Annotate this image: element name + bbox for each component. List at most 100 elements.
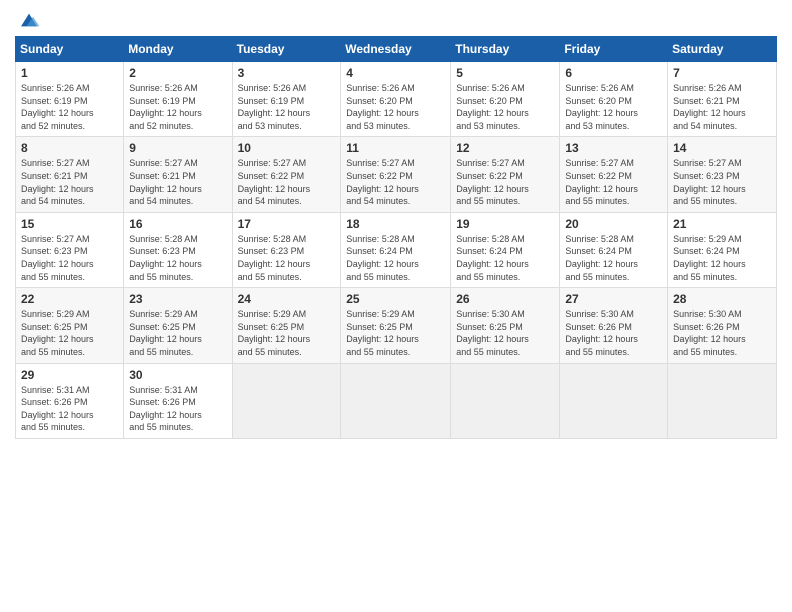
calendar-cell [560, 363, 668, 438]
calendar-cell: 30Sunrise: 5:31 AMSunset: 6:26 PMDayligh… [124, 363, 232, 438]
day-info: Sunrise: 5:29 AMSunset: 6:25 PMDaylight:… [129, 308, 226, 358]
calendar-cell: 17 Sunrise: 5:28 AMSunset: 6:23 PMDayligh… [232, 212, 341, 287]
day-number: 14 [673, 141, 771, 155]
day-number: 22 [21, 292, 118, 306]
calendar-cell: 23 Sunrise: 5:29 AMSunset: 6:25 PMDayligh… [124, 288, 232, 363]
day-number: 27 [565, 292, 662, 306]
day-info: Sunrise: 5:26 AMSunset: 6:19 PMDaylight:… [238, 82, 336, 132]
calendar-cell: 12 Sunrise: 5:27 AMSunset: 6:22 PMDayligh… [451, 137, 560, 212]
day-number: 26 [456, 292, 554, 306]
day-info: Sunrise: 5:28 AMSunset: 6:24 PMDaylight:… [565, 233, 662, 283]
day-number: 9 [129, 141, 226, 155]
day-number: 4 [346, 66, 445, 80]
calendar-cell: 11 Sunrise: 5:27 AMSunset: 6:22 PMDayligh… [341, 137, 451, 212]
day-info: Sunrise: 5:31 AMSunset: 6:26 PMDaylight:… [129, 384, 226, 434]
day-number: 28 [673, 292, 771, 306]
calendar-header-sunday: Sunday [16, 37, 124, 62]
calendar-cell: 3 Sunrise: 5:26 AMSunset: 6:19 PMDaylight… [232, 62, 341, 137]
calendar-cell: 18 Sunrise: 5:28 AMSunset: 6:24 PMDayligh… [341, 212, 451, 287]
calendar-header-wednesday: Wednesday [341, 37, 451, 62]
day-number: 18 [346, 217, 445, 231]
logo-icon [17, 10, 41, 30]
calendar-cell: 27 Sunrise: 5:30 AMSunset: 6:26 PMDayligh… [560, 288, 668, 363]
calendar-cell: 25 Sunrise: 5:29 AMSunset: 6:25 PMDayligh… [341, 288, 451, 363]
page-header [15, 10, 777, 30]
calendar-cell: 2Sunrise: 5:26 AMSunset: 6:19 PMDaylight… [124, 62, 232, 137]
day-number: 19 [456, 217, 554, 231]
day-info: Sunrise: 5:27 AMSunset: 6:23 PMDaylight:… [21, 233, 118, 283]
day-number: 13 [565, 141, 662, 155]
calendar-week-5: 29 Sunrise: 5:31 AMSunset: 6:26 PMDayligh… [16, 363, 777, 438]
day-info: Sunrise: 5:26 AMSunset: 6:20 PMDaylight:… [565, 82, 662, 132]
calendar-cell [232, 363, 341, 438]
calendar-cell: 4 Sunrise: 5:26 AMSunset: 6:20 PMDaylight… [341, 62, 451, 137]
calendar-cell: 6 Sunrise: 5:26 AMSunset: 6:20 PMDaylight… [560, 62, 668, 137]
calendar-cell: 21 Sunrise: 5:29 AMSunset: 6:24 PMDayligh… [668, 212, 777, 287]
day-info: Sunrise: 5:28 AMSunset: 6:23 PMDaylight:… [238, 233, 336, 283]
day-number: 15 [21, 217, 118, 231]
day-number: 29 [21, 368, 118, 382]
calendar-cell: 10 Sunrise: 5:27 AMSunset: 6:22 PMDayligh… [232, 137, 341, 212]
day-info: Sunrise: 5:27 AMSunset: 6:21 PMDaylight:… [21, 157, 118, 207]
day-number: 6 [565, 66, 662, 80]
day-number: 17 [238, 217, 336, 231]
day-info: Sunrise: 5:29 AMSunset: 6:25 PMDaylight:… [21, 308, 118, 358]
calendar-cell: 8 Sunrise: 5:27 AMSunset: 6:21 PMDaylight… [16, 137, 124, 212]
calendar-header-row: SundayMondayTuesdayWednesdayThursdayFrid… [16, 37, 777, 62]
logo [15, 10, 41, 30]
day-number: 2 [129, 66, 226, 80]
day-info: Sunrise: 5:28 AMSunset: 6:24 PMDaylight:… [346, 233, 445, 283]
calendar-header-monday: Monday [124, 37, 232, 62]
calendar-week-4: 22 Sunrise: 5:29 AMSunset: 6:25 PMDayligh… [16, 288, 777, 363]
day-info: Sunrise: 5:31 AMSunset: 6:26 PMDaylight:… [21, 384, 118, 434]
day-number: 21 [673, 217, 771, 231]
day-info: Sunrise: 5:27 AMSunset: 6:22 PMDaylight:… [456, 157, 554, 207]
calendar-cell: 15 Sunrise: 5:27 AMSunset: 6:23 PMDayligh… [16, 212, 124, 287]
day-number: 20 [565, 217, 662, 231]
calendar-cell: 9 Sunrise: 5:27 AMSunset: 6:21 PMDaylight… [124, 137, 232, 212]
day-info: Sunrise: 5:30 AMSunset: 6:26 PMDaylight:… [565, 308, 662, 358]
day-info: Sunrise: 5:26 AMSunset: 6:19 PMDaylight:… [21, 82, 118, 132]
day-info: Sunrise: 5:27 AMSunset: 6:22 PMDaylight:… [238, 157, 336, 207]
calendar-header-friday: Friday [560, 37, 668, 62]
day-info: Sunrise: 5:29 AMSunset: 6:25 PMDaylight:… [346, 308, 445, 358]
day-number: 8 [21, 141, 118, 155]
calendar-cell: 13 Sunrise: 5:27 AMSunset: 6:22 PMDayligh… [560, 137, 668, 212]
day-info: Sunrise: 5:27 AMSunset: 6:21 PMDaylight:… [129, 157, 226, 207]
calendar-cell [341, 363, 451, 438]
calendar-cell: 19 Sunrise: 5:28 AMSunset: 6:24 PMDayligh… [451, 212, 560, 287]
calendar-cell: 16 Sunrise: 5:28 AMSunset: 6:23 PMDayligh… [124, 212, 232, 287]
calendar-header-saturday: Saturday [668, 37, 777, 62]
calendar-cell: 14 Sunrise: 5:27 AMSunset: 6:23 PMDayligh… [668, 137, 777, 212]
calendar-week-2: 8 Sunrise: 5:27 AMSunset: 6:21 PMDaylight… [16, 137, 777, 212]
day-info: Sunrise: 5:26 AMSunset: 6:20 PMDaylight:… [456, 82, 554, 132]
day-info: Sunrise: 5:29 AMSunset: 6:25 PMDaylight:… [238, 308, 336, 358]
day-info: Sunrise: 5:26 AMSunset: 6:20 PMDaylight:… [346, 82, 445, 132]
day-number: 16 [129, 217, 226, 231]
day-number: 23 [129, 292, 226, 306]
day-info: Sunrise: 5:27 AMSunset: 6:22 PMDaylight:… [346, 157, 445, 207]
day-number: 10 [238, 141, 336, 155]
calendar-header-tuesday: Tuesday [232, 37, 341, 62]
calendar-cell [668, 363, 777, 438]
day-info: Sunrise: 5:30 AMSunset: 6:26 PMDaylight:… [673, 308, 771, 358]
day-info: Sunrise: 5:28 AMSunset: 6:24 PMDaylight:… [456, 233, 554, 283]
calendar-cell: 22 Sunrise: 5:29 AMSunset: 6:25 PMDayligh… [16, 288, 124, 363]
day-info: Sunrise: 5:27 AMSunset: 6:23 PMDaylight:… [673, 157, 771, 207]
day-number: 3 [238, 66, 336, 80]
day-number: 11 [346, 141, 445, 155]
calendar-cell: 20 Sunrise: 5:28 AMSunset: 6:24 PMDayligh… [560, 212, 668, 287]
calendar-cell [451, 363, 560, 438]
day-number: 7 [673, 66, 771, 80]
calendar-cell: 28 Sunrise: 5:30 AMSunset: 6:26 PMDayligh… [668, 288, 777, 363]
day-info: Sunrise: 5:26 AMSunset: 6:21 PMDaylight:… [673, 82, 771, 132]
calendar-cell: 24Sunrise: 5:29 AMSunset: 6:25 PMDayligh… [232, 288, 341, 363]
calendar-week-3: 15 Sunrise: 5:27 AMSunset: 6:23 PMDayligh… [16, 212, 777, 287]
day-number: 25 [346, 292, 445, 306]
day-info: Sunrise: 5:27 AMSunset: 6:22 PMDaylight:… [565, 157, 662, 207]
day-info: Sunrise: 5:29 AMSunset: 6:24 PMDaylight:… [673, 233, 771, 283]
day-number: 12 [456, 141, 554, 155]
calendar-cell: 1Sunrise: 5:26 AMSunset: 6:19 PMDaylight… [16, 62, 124, 137]
day-info: Sunrise: 5:30 AMSunset: 6:25 PMDaylight:… [456, 308, 554, 358]
day-info: Sunrise: 5:28 AMSunset: 6:23 PMDaylight:… [129, 233, 226, 283]
